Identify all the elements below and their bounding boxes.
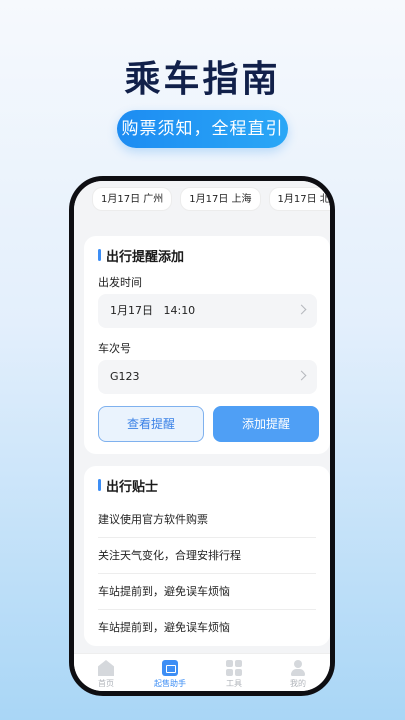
train-number-field[interactable]: G123: [98, 360, 317, 394]
tips-list: 建议使用官方软件购票 关注天气变化，合理安排行程 车站提前到，避免误车烦恼 车站…: [98, 502, 316, 646]
date-selector-bar: 1月17日 广州 1月17日 上海 1月17日 北京: [74, 181, 330, 225]
tips-section-title: 出行贴士: [98, 476, 158, 495]
departure-time-field[interactable]: 1月17日 14:10: [98, 294, 317, 328]
bottom-tab-bar: 首页 起售助手 工具 我的: [74, 653, 330, 691]
view-reminder-button[interactable]: 查看提醒: [98, 406, 204, 442]
tab-profile-label: 我的: [290, 679, 306, 688]
hero-title: 乘车指南: [124, 59, 281, 100]
tip-item: 车站提前到，避免误车烦恼: [98, 574, 316, 610]
chevron-right-icon: [296, 370, 307, 381]
tab-tools-label: 工具: [226, 679, 242, 688]
tab-home[interactable]: 首页: [81, 660, 131, 689]
reminder-section-title: 出行提醒添加: [98, 246, 184, 265]
tools-icon: [226, 660, 242, 676]
add-reminder-button[interactable]: 添加提醒: [213, 406, 319, 442]
departure-time-label: 出发时间: [98, 276, 142, 289]
tip-item: 建议使用官方软件购票: [98, 502, 316, 538]
reminder-card: 出行提醒添加 出发时间 1月17日 14:10 车次号 G123 查看提醒 添加…: [84, 236, 330, 454]
train-number-value: G123: [110, 370, 140, 383]
tip-item: 关注天气变化，合理安排行程: [98, 538, 316, 574]
date-chip-guangzhou[interactable]: 1月17日 广州: [92, 187, 173, 211]
tips-card: 出行贴士 建议使用官方软件购票 关注天气变化，合理安排行程 车站提前到，避免误车…: [84, 466, 330, 646]
hero-subtitle-pill: 购票须知，全程直引: [117, 110, 288, 148]
departure-time-value: 1月17日 14:10: [110, 304, 196, 317]
tab-home-label: 首页: [98, 679, 114, 688]
user-icon: [290, 660, 306, 676]
tab-ticket-assistant-label: 起售助手: [154, 679, 186, 688]
tab-ticket-assistant[interactable]: 起售助手: [145, 660, 195, 689]
home-icon: [98, 660, 114, 676]
tab-profile[interactable]: 我的: [273, 660, 323, 689]
phone-frame: 1月17日 广州 1月17日 上海 1月17日 北京 出行提醒添加 出发时间 1…: [69, 176, 335, 696]
ticket-icon: [162, 660, 178, 676]
tab-tools[interactable]: 工具: [209, 660, 259, 689]
train-number-label: 车次号: [98, 342, 131, 355]
chevron-right-icon: [296, 304, 307, 315]
date-chip-shanghai[interactable]: 1月17日 上海: [180, 187, 261, 211]
date-chip-beijing[interactable]: 1月17日 北京: [268, 187, 330, 211]
tip-item: 车站提前到，避免误车烦恼: [98, 621, 230, 634]
